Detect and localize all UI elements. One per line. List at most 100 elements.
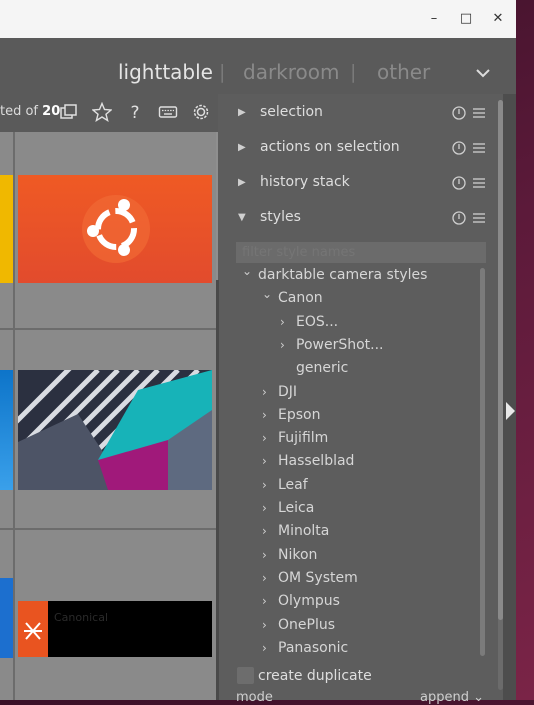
canonical-logo-block — [18, 601, 48, 657]
style-tree-item[interactable]: › DJI — [262, 381, 297, 403]
chevron-right-icon[interactable]: › — [262, 614, 278, 636]
ubuntu-logo-thumb[interactable] — [18, 175, 212, 283]
thumb-caption: Canonical — [54, 611, 108, 624]
mode-select[interactable]: append ⌄ — [420, 690, 484, 705]
chevron-right-icon[interactable]: › — [280, 311, 296, 333]
style-tree-item[interactable]: › OM System — [262, 567, 358, 589]
module-actions-on-selection[interactable]: ▶ actions on selection — [238, 137, 488, 161]
style-tree-item[interactable]: › Olympus — [262, 590, 340, 612]
center-scrollbar[interactable] — [216, 280, 219, 700]
module-label: history stack — [260, 174, 350, 190]
create-duplicate-label: create duplicate — [258, 668, 372, 684]
chevron-down-icon[interactable] — [474, 64, 492, 82]
style-tree-label: Minolta — [278, 523, 330, 540]
collapsed-arrow-icon: ▶ — [238, 142, 246, 153]
reset-icon[interactable] — [451, 175, 467, 191]
minimize-button[interactable]: – — [424, 9, 444, 29]
chevron-right-icon[interactable]: › — [262, 544, 278, 566]
partial-thumbnail[interactable] — [0, 175, 13, 283]
chevron-down-icon: ⌄ — [473, 690, 485, 705]
reset-icon[interactable] — [451, 140, 467, 156]
copy-icon[interactable] — [59, 102, 79, 122]
panel-edge — [503, 94, 516, 700]
chevron-right-icon[interactable]: › — [280, 334, 296, 356]
presets-menu-icon[interactable] — [471, 210, 487, 226]
grid-divider — [13, 132, 15, 700]
star-icon[interactable] — [92, 102, 112, 122]
style-tree-item[interactable]: › Leaf — [262, 474, 308, 496]
presets-menu-icon[interactable] — [471, 140, 487, 156]
abstract-stripes-thumb[interactable] — [18, 370, 212, 490]
chevron-right-icon[interactable]: › — [262, 474, 278, 496]
style-tree-item[interactable]: › EOS... — [280, 311, 338, 333]
style-tree-item[interactable]: › Nikon — [262, 544, 317, 566]
module-label: actions on selection — [260, 139, 400, 155]
canonical-thumb[interactable]: Canonical — [18, 601, 212, 657]
chevron-right-icon[interactable]: › — [262, 520, 278, 542]
chevron-right-icon[interactable]: › — [262, 404, 278, 426]
ubuntu-logo-icon — [82, 195, 150, 263]
chevron-down-icon[interactable]: ⌄ — [242, 260, 258, 282]
create-duplicate-checkbox[interactable] — [237, 667, 254, 684]
grid-divider — [0, 328, 216, 330]
mode-label: mode — [236, 690, 273, 705]
collapse-panel-arrow-icon[interactable] — [506, 402, 515, 420]
style-tree-label: EOS... — [296, 313, 339, 330]
view-separator: | — [350, 61, 357, 83]
tab-other[interactable]: other — [377, 60, 430, 84]
collapsed-arrow-icon: ▶ — [238, 107, 246, 118]
presets-menu-icon[interactable] — [471, 105, 487, 121]
style-tree-item[interactable]: › Leica — [262, 497, 314, 519]
tab-lighttable[interactable]: lighttable — [118, 60, 213, 84]
partial-thumbnail[interactable] — [0, 370, 13, 490]
collapsed-arrow-icon: ▶ — [238, 177, 246, 188]
module-history-stack[interactable]: ▶ history stack — [238, 172, 488, 196]
chevron-right-icon[interactable]: › — [262, 637, 278, 659]
style-tree-label: Fujifilm — [278, 430, 329, 447]
expanded-arrow-icon: ▼ — [238, 212, 246, 223]
chevron-right-icon[interactable]: › — [262, 590, 278, 612]
gear-icon[interactable] — [191, 102, 211, 122]
style-filter-input[interactable] — [236, 242, 486, 263]
style-tree-label: PowerShot... — [296, 336, 384, 353]
chevron-right-icon[interactable]: › — [262, 381, 278, 403]
partial-thumbnail[interactable] — [0, 578, 13, 658]
style-tree-item[interactable]: › Minolta — [262, 520, 329, 542]
view-separator: | — [219, 61, 226, 83]
module-selection[interactable]: ▶ selection — [238, 102, 488, 126]
reset-icon[interactable] — [451, 105, 467, 121]
style-tree-item[interactable]: ⌄ Canon — [262, 287, 323, 309]
style-tree-item[interactable]: › Panasonic — [262, 637, 348, 659]
chevron-right-icon[interactable]: › — [262, 450, 278, 472]
maximize-button[interactable]: □ — [456, 9, 476, 29]
chevron-right-icon[interactable]: › — [262, 567, 278, 589]
style-tree-label: OnePlus — [278, 616, 336, 633]
help-icon[interactable]: ? — [125, 102, 145, 122]
reset-icon[interactable] — [451, 210, 467, 226]
style-tree-label: Olympus — [278, 593, 340, 610]
styles-tree-scrollbar[interactable] — [480, 268, 485, 656]
style-tree-item[interactable]: › Epson — [262, 404, 320, 426]
style-tree-item[interactable]: generic — [280, 357, 348, 379]
style-tree-label: darktable camera styles — [258, 267, 428, 283]
style-tree-label: Epson — [278, 406, 321, 423]
style-tree-item[interactable]: › PowerShot... — [280, 334, 384, 356]
module-styles[interactable]: ▼ styles — [238, 207, 488, 231]
close-button[interactable]: ✕ — [488, 9, 508, 29]
style-tree-label: Leica — [278, 500, 315, 516]
style-tree-item[interactable]: › Hasselblad — [262, 450, 354, 472]
chevron-right-icon[interactable]: › — [262, 497, 278, 519]
selection-count: ted of 20 — [0, 104, 61, 119]
style-tree-label: Hasselblad — [278, 453, 355, 470]
chevron-right-icon[interactable]: › — [262, 427, 278, 449]
chevron-down-icon[interactable]: ⌄ — [262, 283, 278, 305]
style-tree-item[interactable]: › OnePlus — [262, 614, 335, 636]
keyboard-icon[interactable] — [158, 102, 178, 122]
style-tree-label: OM System — [278, 569, 358, 586]
presets-menu-icon[interactable] — [471, 175, 487, 191]
styles-tree: ⌄ darktable camera styles ⌄ Canon › EOS... › Po… — [236, 264, 480, 659]
style-tree-label: generic — [296, 360, 349, 377]
module-label: selection — [260, 104, 323, 120]
style-tree-item[interactable]: › Fujifilm — [262, 427, 328, 449]
tab-darkroom[interactable]: darkroom — [243, 60, 340, 84]
